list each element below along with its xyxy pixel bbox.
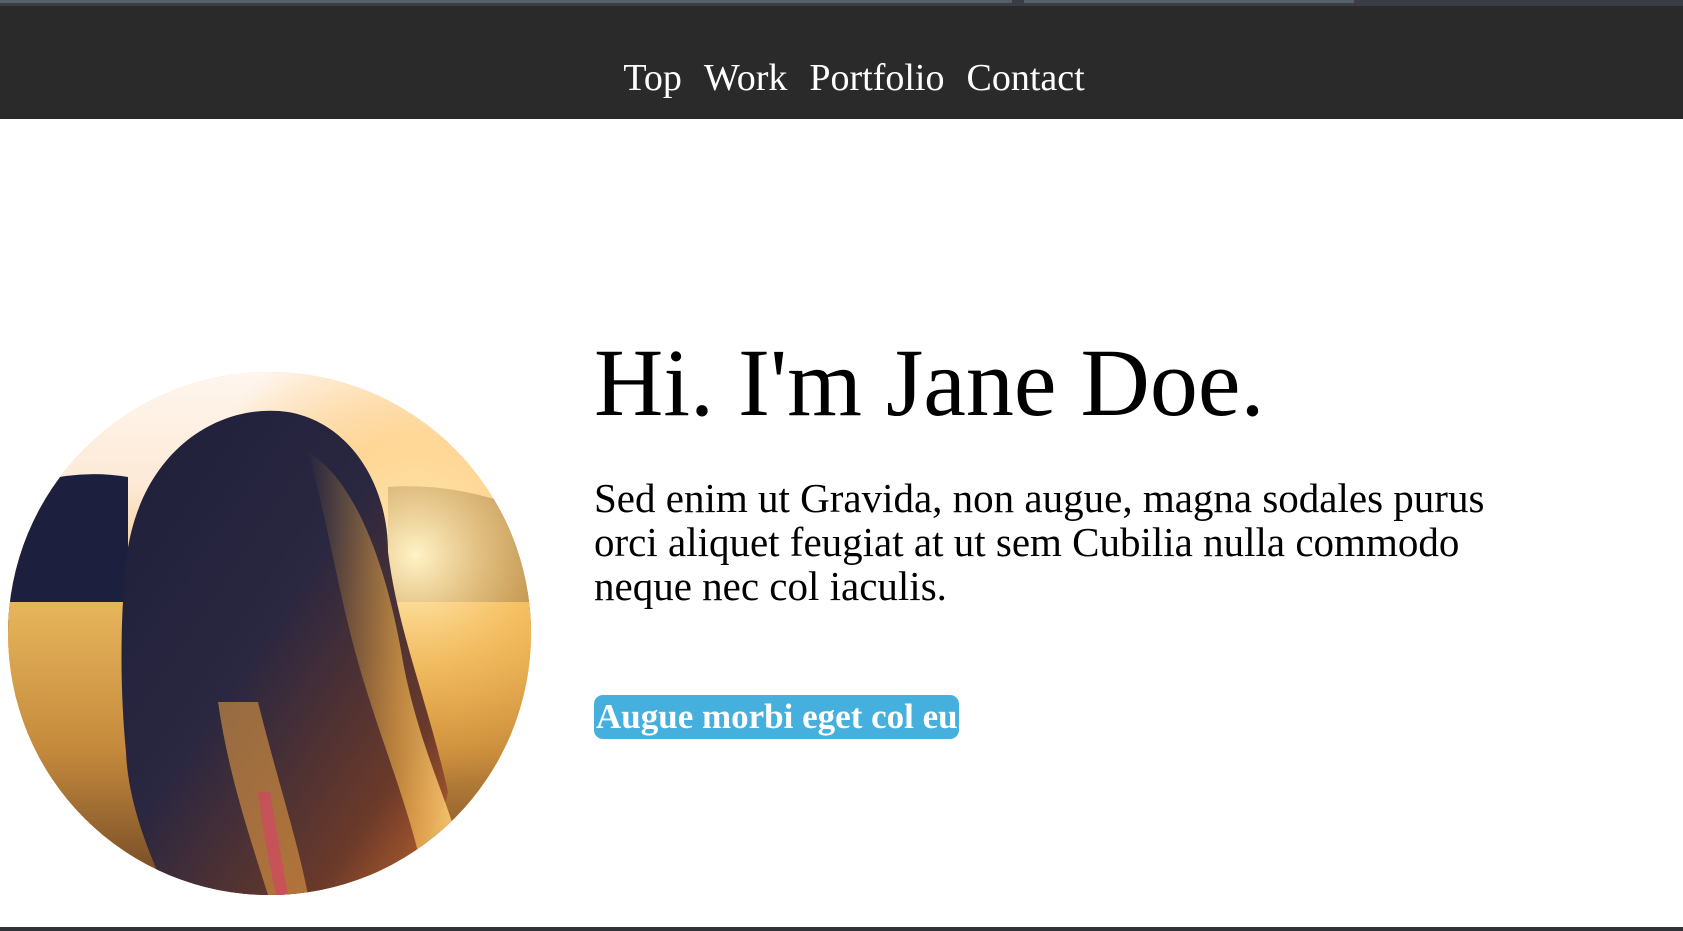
site-navbar: Top Work Portfolio Contact — [0, 6, 1683, 119]
profile-photo — [8, 372, 531, 895]
browser-viewport: Top Work Portfolio Contact Hi. I'm Jane … — [0, 0, 1683, 931]
nav-link-work[interactable]: Work — [704, 56, 787, 100]
hero-intro-text: Sed enim ut Gravida, non augue, magna so… — [594, 475, 1485, 609]
hero-cta-button[interactable]: Augue morbi eget col eu — [594, 695, 959, 739]
hero-section: Hi. I'm Jane Doe. Sed enim ut Gravida, n… — [0, 119, 1683, 927]
viewport-bottom-edge — [0, 927, 1683, 931]
nav-link-top[interactable]: Top — [623, 56, 682, 100]
browser-tab[interactable] — [1024, 0, 1354, 3]
nav-link-portfolio[interactable]: Portfolio — [809, 56, 944, 100]
browser-tab[interactable] — [0, 0, 1012, 3]
nav-link-contact[interactable]: Contact — [966, 56, 1084, 100]
profile-photo-illustration — [8, 372, 531, 895]
hero-heading: Hi. I'm Jane Doe. — [594, 329, 1265, 436]
nav-links: Top Work Portfolio Contact — [0, 56, 1683, 100]
